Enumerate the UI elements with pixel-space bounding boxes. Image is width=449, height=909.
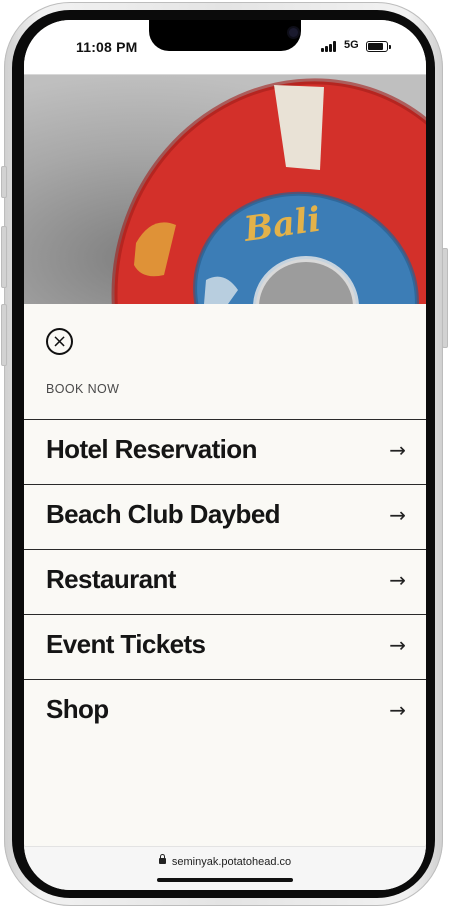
url-bar[interactable]: seminyak.potatohead.co (24, 846, 426, 890)
lock-icon (158, 854, 166, 864)
menu-item-beach-club-daybed[interactable]: Beach Club Daybed → (24, 484, 426, 549)
menu-item-label: Restaurant (46, 564, 176, 594)
section-label: BOOK NOW (46, 382, 120, 396)
close-icon: × (51, 330, 68, 352)
menu-item-restaurant[interactable]: Restaurant → (24, 549, 426, 614)
booking-menu-panel: × BOOK NOW Hotel Reservation → Beach Clu… (24, 304, 426, 844)
arrow-right-icon: → (389, 568, 406, 592)
menu-item-label: Beach Club Daybed (46, 499, 281, 529)
network-label: 5G (344, 39, 359, 51)
battery-icon (366, 41, 391, 52)
lifebuoy-illustration: Bali (24, 75, 426, 304)
notch (149, 20, 301, 51)
close-button[interactable]: × (46, 328, 73, 355)
volume-down-button (1, 304, 7, 366)
arrow-right-icon: → (389, 633, 406, 657)
menu-item-hotel-reservation[interactable]: Hotel Reservation → (24, 419, 426, 484)
home-indicator[interactable] (157, 878, 293, 882)
menu-item-label: Shop (46, 694, 109, 724)
screen: 11:08 PM 5G Bali × BOOK NOW Hotel Reserv… (24, 20, 426, 890)
status-time: 11:08 PM (76, 39, 138, 55)
status-bar: 11:08 PM 5G (24, 20, 426, 75)
arrow-right-icon: → (389, 503, 406, 527)
arrow-right-icon: → (389, 698, 406, 722)
hero-image: Bali (24, 75, 426, 304)
menu-item-event-tickets[interactable]: Event Tickets → (24, 614, 426, 679)
url-display: seminyak.potatohead.co (24, 854, 426, 868)
booking-menu: Hotel Reservation → Beach Club Daybed → … (24, 419, 426, 744)
silent-switch (1, 166, 7, 198)
menu-item-shop[interactable]: Shop → (24, 679, 426, 744)
camera-icon (289, 28, 298, 37)
menu-item-label: Event Tickets (46, 629, 206, 659)
url-text: seminyak.potatohead.co (171, 856, 292, 868)
power-button (442, 248, 448, 348)
signal-icon (321, 41, 339, 52)
menu-item-label: Hotel Reservation (46, 434, 257, 464)
arrow-right-icon: → (389, 438, 406, 462)
volume-up-button (1, 226, 7, 288)
